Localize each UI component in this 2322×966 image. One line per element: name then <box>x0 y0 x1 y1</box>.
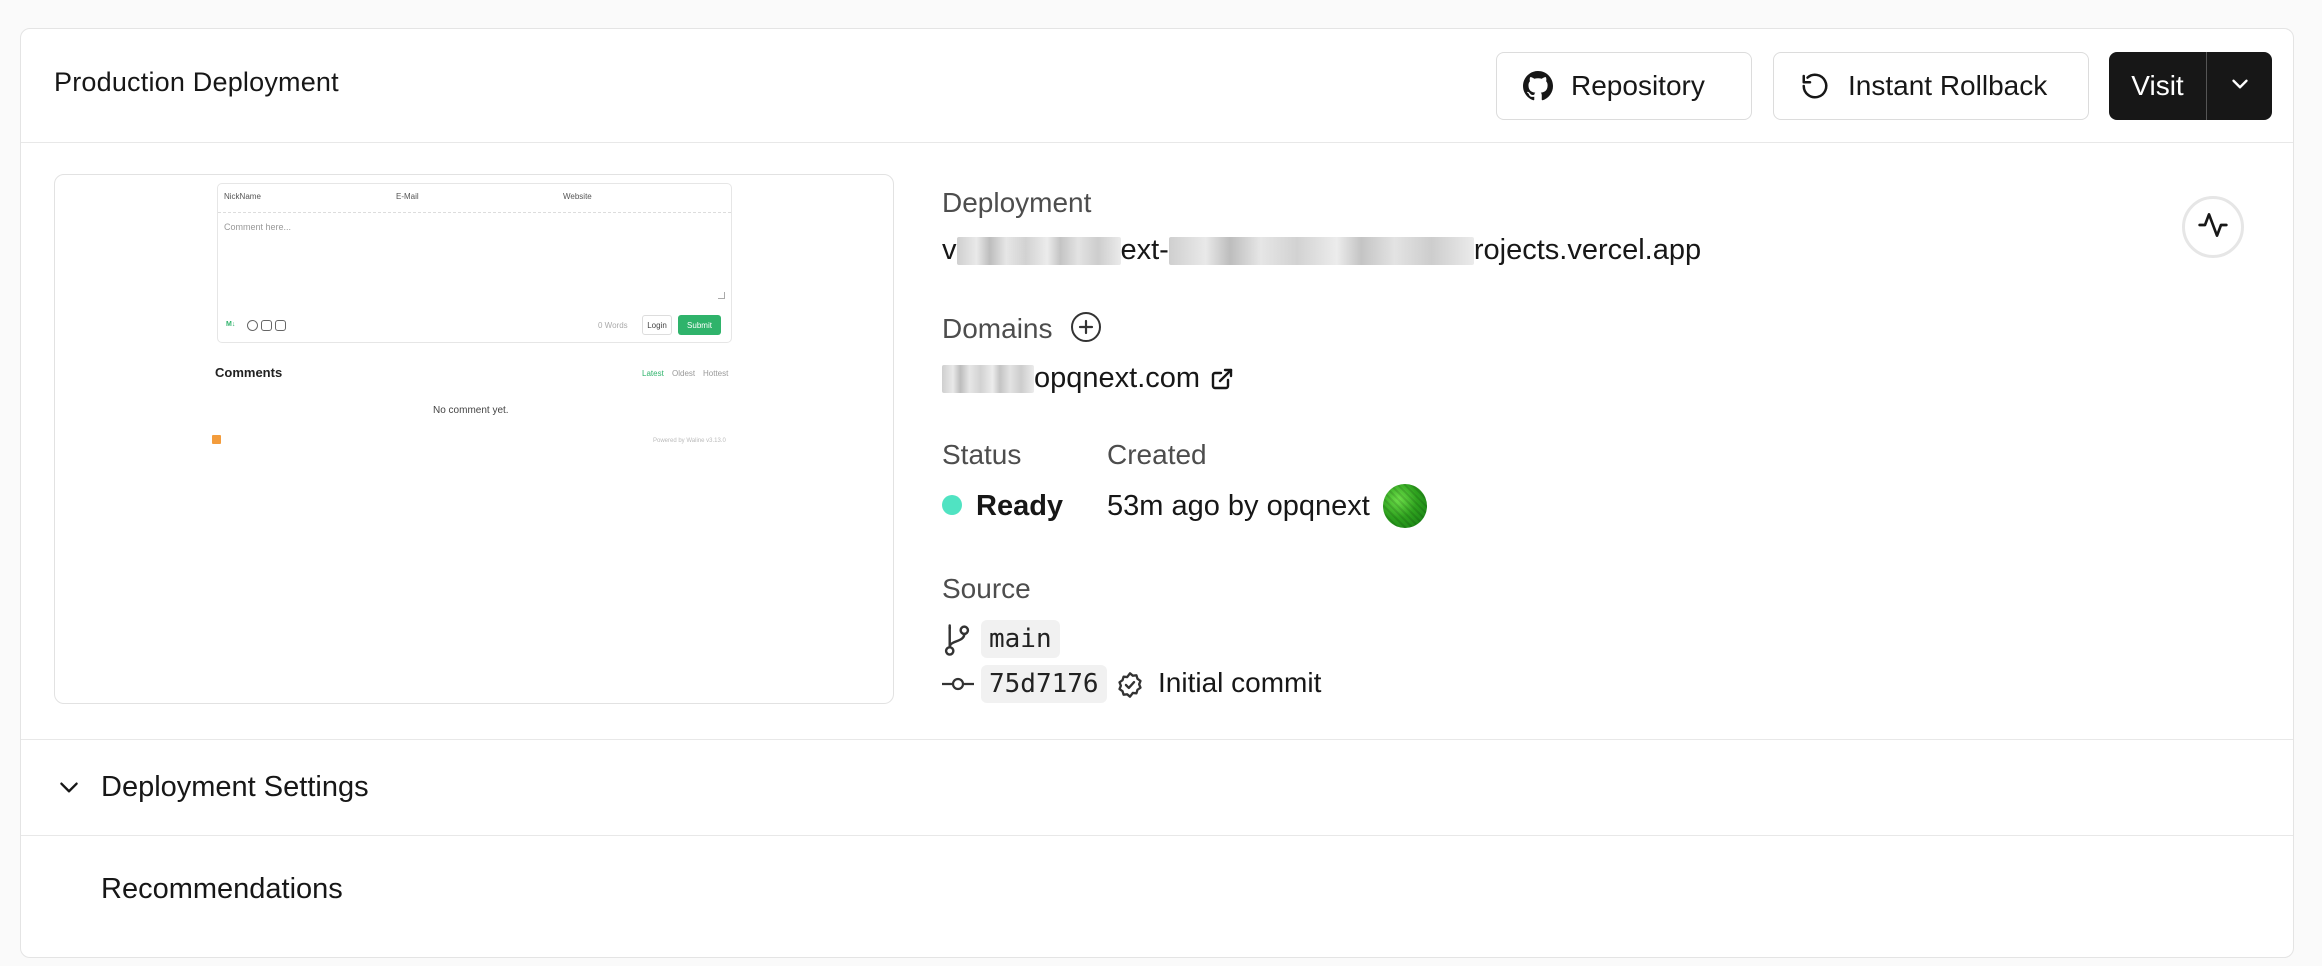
preview-empty-text: No comment yet. <box>433 405 509 416</box>
created-value: 53m ago by opqnext <box>1107 490 1370 523</box>
preview-word-count: 0 Words <box>598 321 628 330</box>
preview-sort-hottest: Hottest <box>703 369 728 378</box>
card-header: Production Deployment Repository Instant… <box>21 29 2293 143</box>
gif-icon <box>275 320 286 331</box>
domains-label: Domains <box>942 313 1052 345</box>
status-value: Ready <box>976 490 1063 523</box>
activity-button[interactable] <box>2182 196 2244 258</box>
repository-label: Repository <box>1571 70 1705 102</box>
commit-hash-tag[interactable]: 75d7176 <box>981 665 1107 703</box>
deployment-label: Deployment <box>942 187 1091 219</box>
preview-comment-form: NickName E-Mail Website Comment here... … <box>217 183 732 343</box>
status-label: Status <box>942 439 1021 471</box>
external-link-icon <box>1210 367 1234 391</box>
preview-sort-latest: Latest <box>642 369 664 378</box>
preview-login: Login <box>642 315 672 335</box>
activity-icon <box>2197 209 2229 246</box>
verified-badge-icon <box>1116 671 1144 704</box>
avatar[interactable] <box>1383 484 1427 528</box>
deployment-url-suffix: rojects.vercel.app <box>1474 234 1701 266</box>
preview-nickname: NickName <box>224 192 261 201</box>
instant-rollback-button[interactable]: Instant Rollback <box>1773 52 2089 120</box>
deployment-url-prefix: v <box>942 234 957 266</box>
source-label: Source <box>942 573 1031 605</box>
emoji-icon <box>247 320 258 331</box>
deployment-preview[interactable]: NickName E-Mail Website Comment here... … <box>54 174 894 704</box>
domain-text: opqnext.com <box>1034 362 1200 395</box>
redacted-text <box>1169 237 1474 265</box>
git-commit-icon <box>941 672 975 701</box>
redacted-text <box>942 365 1034 393</box>
status-dot-icon <box>942 495 962 515</box>
repository-button[interactable]: Repository <box>1496 52 1752 120</box>
branch-tag[interactable]: main <box>981 620 1060 658</box>
add-domain-icon[interactable] <box>1071 312 1101 342</box>
deployment-settings-section[interactable]: Deployment Settings <box>21 739 2293 836</box>
preview-website: Website <box>563 192 592 201</box>
rss-icon <box>212 435 221 444</box>
domain-link[interactable]: opqnext.com <box>942 362 1234 395</box>
visit-split-button: Visit <box>2109 52 2272 120</box>
commit-message[interactable]: Initial commit <box>1158 667 1321 699</box>
github-icon <box>1523 71 1553 101</box>
chevron-down-icon <box>56 775 82 806</box>
preview-sort-oldest: Oldest <box>672 369 695 378</box>
git-branch-icon <box>942 623 972 662</box>
redacted-text <box>957 237 1121 265</box>
page-title: Production Deployment <box>54 67 339 98</box>
markdown-icon: M↓ <box>226 321 235 328</box>
preview-powered-by: Powered by Waline v3.13.0 <box>653 438 726 444</box>
preview-fields: NickName E-Mail Website <box>218 184 731 213</box>
visit-dropdown-button[interactable] <box>2207 52 2272 120</box>
image-icon <box>261 320 272 331</box>
preview-comments-title: Comments <box>215 365 282 380</box>
preview-email: E-Mail <box>396 192 419 201</box>
rollback-label: Instant Rollback <box>1848 70 2047 102</box>
deployment-url[interactable]: v ext-rojects.vercel.app <box>942 234 1701 267</box>
preview-placeholder: Comment here... <box>224 222 291 232</box>
deployment-url-middle: ext- <box>1121 234 1169 266</box>
deployment-settings-title: Deployment Settings <box>101 771 369 804</box>
chevron-down-icon <box>2227 71 2253 102</box>
visit-button[interactable]: Visit <box>2109 52 2206 120</box>
resize-handle-icon <box>718 292 725 299</box>
created-label: Created <box>1107 439 1207 471</box>
recommendations-section: Recommendations <box>21 835 2293 966</box>
production-deployment-card: Production Deployment Repository Instant… <box>20 28 2294 958</box>
rollback-icon <box>1800 71 1830 101</box>
recommendations-title: Recommendations <box>101 873 343 906</box>
preview-submit: Submit <box>678 315 721 335</box>
